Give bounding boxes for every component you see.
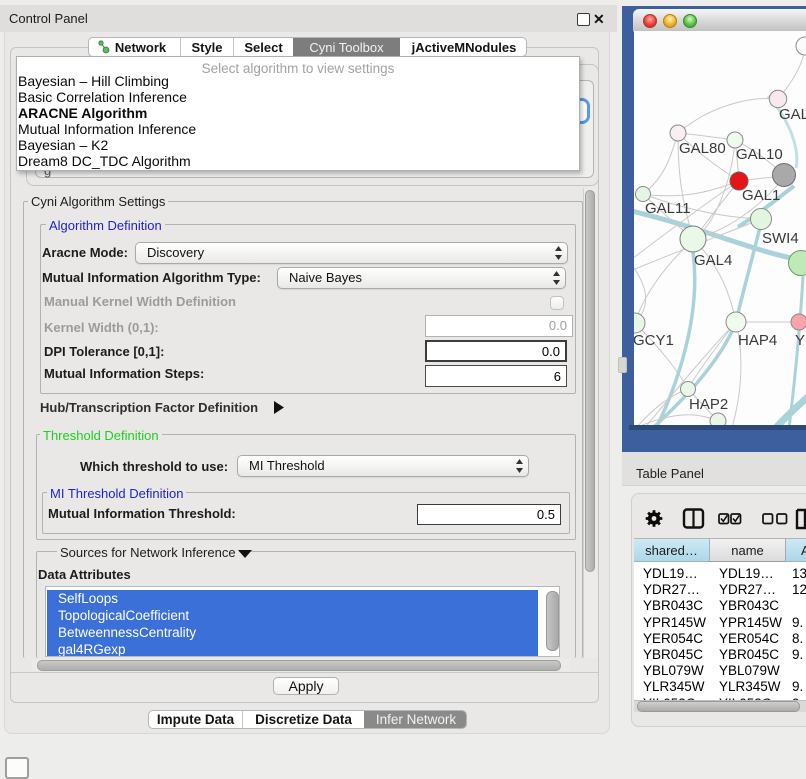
svg-text:GAL4: GAL4 — [694, 252, 732, 269]
svg-text:Y: Y — [795, 332, 805, 349]
svg-text:GAL11: GAL11 — [645, 200, 691, 217]
svg-text:GAL10: GAL10 — [736, 146, 783, 163]
svg-text:HAP2: HAP2 — [689, 396, 728, 413]
svg-text:GAL1: GAL1 — [742, 187, 780, 204]
svg-text:GAL80: GAL80 — [679, 140, 726, 157]
svg-text:GCY1: GCY1 — [634, 332, 674, 349]
svg-text:SWI4: SWI4 — [762, 230, 799, 247]
svg-text:HAP4: HAP4 — [738, 332, 777, 349]
svg-text:GAL7: GAL7 — [779, 106, 806, 123]
